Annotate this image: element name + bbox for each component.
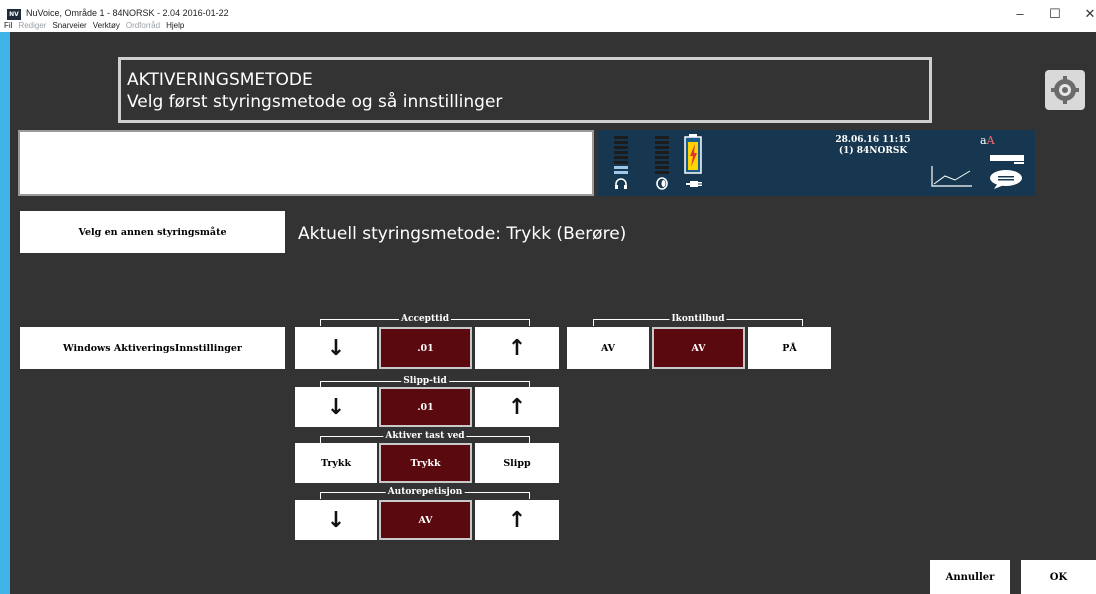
header-box: AKTIVERINGSMETODE Velg først styringsmet… (118, 57, 932, 123)
left-edge-strip (0, 32, 10, 594)
menu-verktoy[interactable]: Verktøy (93, 21, 120, 32)
status-panel: 28.06.16 11:15 (1) 84NORSK aA (598, 130, 1035, 196)
speech-rate-graph-icon (931, 166, 972, 187)
accept-time-value: .01 (379, 327, 472, 369)
page-subtitle: Velg først styringsmetode og så innstill… (127, 92, 503, 112)
app-icon: NV (7, 9, 21, 20)
font-size-icon[interactable]: aA (980, 134, 995, 147)
cancel-button[interactable]: Annuller (930, 560, 1010, 594)
icon-offer-on-button[interactable]: PÅ (748, 327, 831, 369)
status-datetime: 28.06.16 11:15 (835, 135, 911, 145)
window-title: NuVoice, Område 1 - 84NORSK - 2.04 2016-… (26, 8, 229, 18)
release-time-decrease-button[interactable]: ↓ (295, 387, 377, 427)
ok-button[interactable]: OK (1021, 560, 1096, 594)
menu-snarveier[interactable]: Snarveier (52, 21, 86, 32)
icon-offer-off-button[interactable]: AV (567, 327, 649, 369)
menu-fil[interactable]: Fil (4, 21, 12, 32)
icon-offer-group-label: Ikontilbud (593, 312, 803, 327)
headphones-icon (615, 178, 627, 189)
headphone-volume-meter (614, 136, 628, 184)
accept-time-increase-button[interactable]: ↑ (475, 327, 559, 369)
icon-offer-value: AV (652, 327, 745, 369)
page-title: AKTIVERINGSMETODE (127, 70, 313, 90)
menu-ordforrad[interactable]: Ordforråd (126, 21, 160, 32)
current-method-label: Aktuell styringsmetode: Trykk (Berøre) (298, 224, 627, 244)
status-user: (1) 84NORSK (838, 146, 908, 156)
activate-on-value: Trykk (379, 443, 472, 483)
message-text-field[interactable] (18, 130, 594, 196)
release-time-increase-button[interactable]: ↑ (475, 387, 559, 427)
battery-icon (684, 134, 702, 174)
autorepeat-group-label: Autorepetisjon (320, 485, 530, 500)
settings-button[interactable] (1045, 70, 1085, 110)
activate-on-group-label: Aktiver tast ved (320, 429, 530, 444)
speaker-icon (656, 177, 668, 190)
power-plug-icon (686, 181, 702, 187)
choose-method-button[interactable]: Velg en annen styringsmåte (20, 211, 285, 253)
minimize-button[interactable]: – (1010, 6, 1030, 21)
activate-on-press-button[interactable]: Trykk (295, 443, 377, 483)
menu-rediger[interactable]: Rediger (18, 21, 46, 32)
menu-hjelp[interactable]: Hjelp (166, 21, 184, 32)
autorepeat-increase-button[interactable]: ↑ (475, 500, 559, 540)
activate-on-release-button[interactable]: Slipp (475, 443, 559, 483)
maximize-button[interactable]: ☐ (1045, 6, 1065, 22)
title-bar: NV NuVoice, Område 1 - 84NORSK - 2.04 20… (0, 0, 1096, 32)
accept-time-decrease-button[interactable]: ↓ (295, 327, 377, 369)
autorepeat-decrease-button[interactable]: ↓ (295, 500, 377, 540)
accept-time-group-label: Accepttid (320, 312, 530, 327)
keyboard-speech-icon[interactable] (984, 152, 1028, 190)
autorepeat-value: AV (379, 500, 472, 540)
gear-icon (1051, 76, 1079, 104)
windows-activation-settings-button[interactable]: Windows AktiveringsInnstillinger (20, 327, 285, 369)
release-time-value: .01 (379, 387, 472, 427)
close-button[interactable]: ✕ (1080, 6, 1096, 22)
menu-bar: Fil Rediger Snarveier Verktøy Ordforråd … (4, 21, 184, 32)
